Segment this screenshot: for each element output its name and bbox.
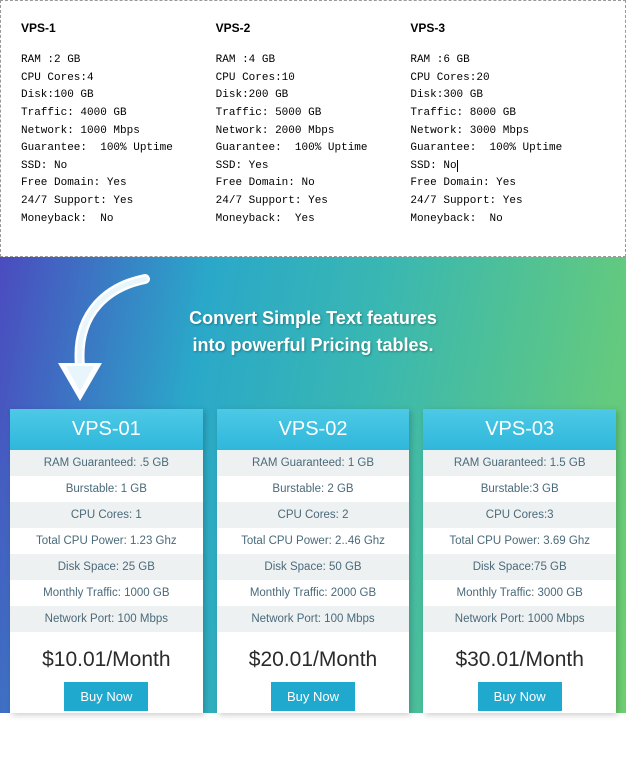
card-price: $30.01/Month xyxy=(423,632,616,682)
buy-now-button[interactable]: Buy Now xyxy=(64,682,148,711)
card-feature: Network Port: 100 Mbps xyxy=(217,606,410,632)
card-feature: Total CPU Power: 1.23 Ghz xyxy=(10,528,203,554)
plain-plan-line: Guarantee: 100% Uptime xyxy=(21,140,216,158)
card-title: VPS-02 xyxy=(217,409,410,450)
hero-title: Convert Simple Text features into powerf… xyxy=(123,305,503,359)
hero-title-line-1: Convert Simple Text features xyxy=(189,308,437,328)
plain-plan-line: RAM :6 GB xyxy=(410,52,605,70)
plain-plan-line: Moneyback: Yes xyxy=(216,211,411,229)
plain-plan-line: Free Domain: Yes xyxy=(21,175,216,193)
card-feature: Monthly Traffic: 3000 GB xyxy=(423,580,616,606)
plain-plan-line: RAM :4 GB xyxy=(216,52,411,70)
card-feature: RAM Guaranteed: 1.5 GB xyxy=(423,450,616,476)
pricing-card-1: VPS-01 RAM Guaranteed: .5 GB Burstable: … xyxy=(10,409,203,713)
hero-title-line-2: into powerful Pricing tables. xyxy=(192,335,433,355)
card-feature: Disk Space: 50 GB xyxy=(217,554,410,580)
card-feature: Network Port: 100 Mbps xyxy=(10,606,203,632)
plain-plan-line: SSD: No xyxy=(410,158,605,176)
plain-plan-2: VPS-2 RAM :4 GB CPU Cores:10 Disk:200 GB… xyxy=(216,19,411,228)
card-price: $20.01/Month xyxy=(217,632,410,682)
card-feature: Burstable: 2 GB xyxy=(217,476,410,502)
hero-section: Convert Simple Text features into powerf… xyxy=(0,257,626,713)
plain-plan-line: Moneyback: No xyxy=(21,211,216,229)
card-feature: Total CPU Power: 2..46 Ghz xyxy=(217,528,410,554)
card-feature: Network Port: 1000 Mbps xyxy=(423,606,616,632)
pricing-card-3: VPS-03 RAM Guaranteed: 1.5 GB Burstable:… xyxy=(423,409,616,713)
plain-plan-line: SSD: Yes xyxy=(216,158,411,176)
card-feature: CPU Cores: 1 xyxy=(10,502,203,528)
card-feature: Monthly Traffic: 2000 GB xyxy=(217,580,410,606)
pricing-card-2: VPS-02 RAM Guaranteed: 1 GB Burstable: 2… xyxy=(217,409,410,713)
plain-plan-line: Disk:300 GB xyxy=(410,87,605,105)
card-feature: Disk Space: 25 GB xyxy=(10,554,203,580)
plain-plan-line: Free Domain: Yes xyxy=(410,175,605,193)
buy-now-button[interactable]: Buy Now xyxy=(271,682,355,711)
card-feature: Disk Space:75 GB xyxy=(423,554,616,580)
plain-plan-line: CPU Cores:20 xyxy=(410,70,605,88)
plain-plan-line: Network: 1000 Mbps xyxy=(21,123,216,141)
plain-plan-title: VPS-3 xyxy=(410,19,605,38)
plain-plan-line: Network: 2000 Mbps xyxy=(216,123,411,141)
plain-plan-text-with-cursor: SSD: No xyxy=(410,160,457,172)
plain-plan-3: VPS-3 RAM :6 GB CPU Cores:20 Disk:300 GB… xyxy=(410,19,605,228)
plain-plan-line: Traffic: 8000 GB xyxy=(410,105,605,123)
plain-text-plans: VPS-1 RAM :2 GB CPU Cores:4 Disk:100 GB … xyxy=(0,0,626,257)
card-feature: Burstable:3 GB xyxy=(423,476,616,502)
card-title: VPS-03 xyxy=(423,409,616,450)
plain-plan-line: 24/7 Support: Yes xyxy=(216,193,411,211)
plain-plan-title: VPS-1 xyxy=(21,19,216,38)
card-feature: RAM Guaranteed: 1 GB xyxy=(217,450,410,476)
plain-plan-line: Network: 3000 Mbps xyxy=(410,123,605,141)
plain-plan-line: Disk:200 GB xyxy=(216,87,411,105)
plain-plan-line: SSD: No xyxy=(21,158,216,176)
pricing-cards: VPS-01 RAM Guaranteed: .5 GB Burstable: … xyxy=(0,409,626,713)
plain-plan-line: 24/7 Support: Yes xyxy=(410,193,605,211)
card-title: VPS-01 xyxy=(10,409,203,450)
plain-plan-title: VPS-2 xyxy=(216,19,411,38)
card-feature: RAM Guaranteed: .5 GB xyxy=(10,450,203,476)
plain-plan-line: Moneyback: No xyxy=(410,211,605,229)
plain-plan-line: Disk:100 GB xyxy=(21,87,216,105)
card-feature: Total CPU Power: 3.69 Ghz xyxy=(423,528,616,554)
plain-plan-line: Guarantee: 100% Uptime xyxy=(410,140,605,158)
plain-plan-line: CPU Cores:4 xyxy=(21,70,216,88)
plain-plan-line: Traffic: 4000 GB xyxy=(21,105,216,123)
card-price: $10.01/Month xyxy=(10,632,203,682)
plain-plan-line: CPU Cores:10 xyxy=(216,70,411,88)
card-feature: Monthly Traffic: 1000 GB xyxy=(10,580,203,606)
plain-plan-line: RAM :2 GB xyxy=(21,52,216,70)
plain-plan-1: VPS-1 RAM :2 GB CPU Cores:4 Disk:100 GB … xyxy=(21,19,216,228)
card-feature: Burstable: 1 GB xyxy=(10,476,203,502)
buy-now-button[interactable]: Buy Now xyxy=(478,682,562,711)
plain-plan-line: Traffic: 5000 GB xyxy=(216,105,411,123)
plain-plan-line: Free Domain: No xyxy=(216,175,411,193)
card-feature: CPU Cores:3 xyxy=(423,502,616,528)
card-feature: CPU Cores: 2 xyxy=(217,502,410,528)
plain-plan-line: 24/7 Support: Yes xyxy=(21,193,216,211)
plain-plan-line: Guarantee: 100% Uptime xyxy=(216,140,411,158)
